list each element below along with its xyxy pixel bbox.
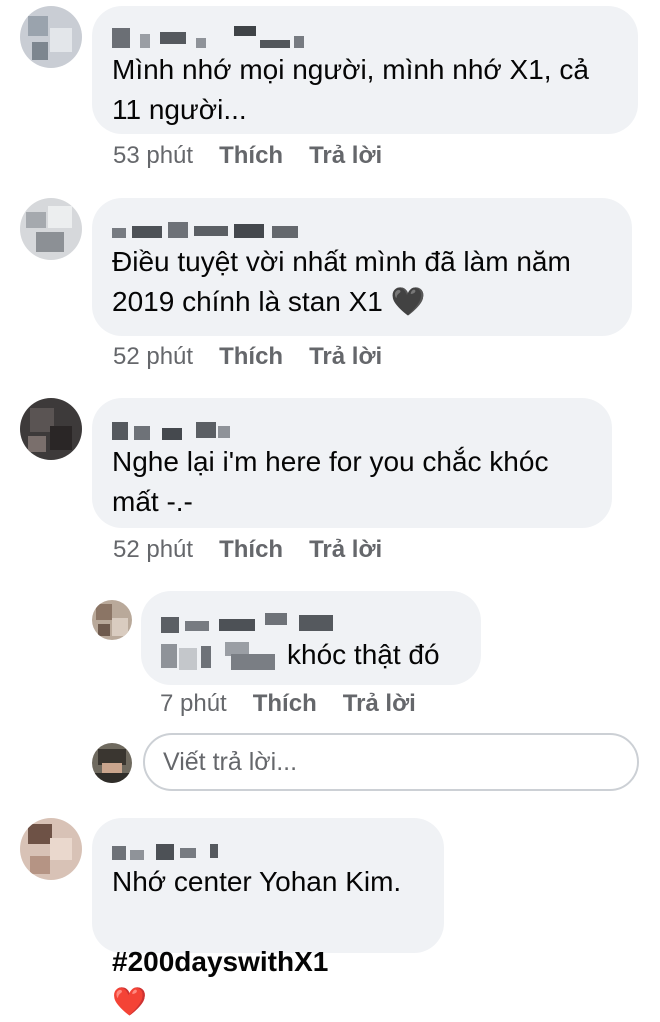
comment-meta: 52 phút Thích Trả lời	[113, 342, 382, 372]
comment-text: Nghe lại i'm here for you chắc khóc mất …	[112, 446, 549, 517]
comment-text: Điều tuyệt vời nhất mình đã làm năm 2019…	[112, 246, 571, 317]
comment-meta: 52 phút Thích Trả lời	[113, 535, 382, 565]
blurred-mention[interactable]	[161, 638, 281, 672]
reply-meta: 7 phút Thích Trả lời	[160, 689, 416, 719]
blurred-username[interactable]	[112, 412, 312, 442]
comment-bubble: Điều tuyệt vời nhất mình đã làm năm 2019…	[92, 198, 632, 336]
timestamp[interactable]: 7 phút	[160, 689, 227, 719]
reply-button[interactable]: Trả lời	[309, 342, 382, 372]
reply-button[interactable]: Trả lời	[309, 141, 382, 171]
avatar[interactable]	[20, 6, 82, 68]
timestamp[interactable]: 52 phút	[113, 342, 193, 372]
comment-text: Nhớ center Yohan Kim.	[112, 866, 402, 897]
comment-bubble: Nghe lại i'm here for you chắc khóc mất …	[92, 398, 612, 528]
like-button[interactable]: Thích	[219, 141, 283, 171]
timestamp[interactable]: 53 phút	[113, 141, 193, 171]
comment-text: khóc thật đó	[161, 635, 459, 675]
like-button[interactable]: Thích	[253, 689, 317, 719]
comment-meta: 53 phút Thích Trả lời	[113, 141, 382, 171]
reply-input[interactable]: Viết trả lời...	[143, 733, 639, 791]
heart-emoji: ❤️	[112, 986, 147, 1017]
like-button[interactable]: Thích	[219, 535, 283, 565]
comment-bubble: Nhớ center Yohan Kim. #200dayswithX1 ❤️	[92, 818, 444, 1017]
avatar[interactable]	[20, 398, 82, 460]
like-button[interactable]: Thích	[219, 342, 283, 372]
reply-input-placeholder: Viết trả lời...	[163, 748, 298, 776]
avatar[interactable]	[20, 198, 82, 260]
blurred-username[interactable]	[112, 212, 312, 242]
reply-bubble: khóc thật đó	[141, 591, 481, 685]
hashtag-link[interactable]: #200dayswithX1	[112, 946, 328, 977]
reply-button[interactable]: Trả lời	[343, 689, 416, 719]
comment-text: Mình nhớ mọi người, mình nhớ X1, cả 11 n…	[112, 54, 589, 125]
avatar[interactable]	[20, 818, 82, 880]
blurred-username[interactable]	[112, 20, 312, 50]
timestamp[interactable]: 52 phút	[113, 535, 193, 565]
blurred-username[interactable]	[161, 605, 361, 635]
reply-button[interactable]: Trả lời	[309, 535, 382, 565]
comment-bubble: Mình nhớ mọi người, mình nhớ X1, cả 11 n…	[92, 6, 638, 134]
avatar[interactable]	[92, 600, 132, 640]
blurred-username[interactable]	[112, 832, 312, 862]
current-user-avatar	[92, 743, 132, 783]
